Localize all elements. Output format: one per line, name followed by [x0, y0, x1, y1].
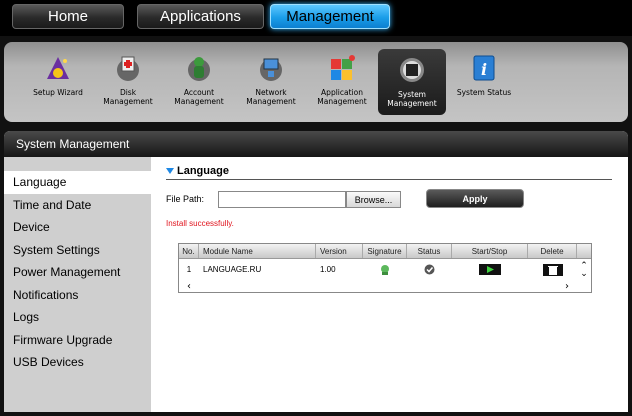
row-version: 1.00 — [320, 265, 336, 274]
scroll-left-icon[interactable]: ‹ — [187, 281, 191, 292]
file-path-input[interactable] — [218, 191, 346, 208]
svg-text:i: i — [481, 60, 487, 79]
toolbar-disk-management[interactable]: Disk Management — [100, 42, 156, 122]
sidebar-item-time-and-date[interactable]: Time and Date — [4, 194, 151, 217]
col-signature[interactable]: Signature — [363, 244, 407, 258]
file-path-row: File Path: Browse... Apply — [166, 189, 612, 209]
language-module-table: No. Module Name Version Signature Status… — [178, 243, 592, 293]
tab-applications[interactable]: Applications — [137, 4, 264, 29]
col-no[interactable]: No. — [179, 244, 199, 258]
disk-gear-icon — [112, 52, 144, 84]
toolbar-application-management[interactable]: Application Management — [312, 42, 372, 122]
start-stop-button[interactable] — [452, 262, 528, 277]
sidebar-item-firmware-upgrade[interactable]: Firmware Upgrade — [4, 329, 151, 352]
row-no: 1 — [186, 265, 192, 274]
account-gear-icon — [183, 52, 215, 84]
top-nav-bar: Home Applications Management — [0, 0, 632, 36]
browse-button[interactable]: Browse... — [346, 191, 401, 208]
toolbar-system-management[interactable]: System Management — [378, 49, 446, 115]
sidebar-item-device[interactable]: Device — [4, 216, 151, 239]
horizontal-scrollbar[interactable]: ‹ › — [179, 280, 577, 292]
panel-title: System Management — [4, 131, 628, 157]
sidebar-item-language[interactable]: Language — [4, 171, 151, 194]
sidebar-item-usb-devices[interactable]: USB Devices — [4, 351, 151, 374]
row-module-name: LANGUAGE.RU — [203, 265, 262, 274]
col-module-name[interactable]: Module Name — [199, 244, 316, 258]
sidebar-item-power-management[interactable]: Power Management — [4, 261, 151, 284]
col-version[interactable]: Version — [316, 244, 363, 258]
scroll-right-icon[interactable]: › — [565, 281, 569, 292]
toolbar-setup-wizard[interactable]: Setup Wizard — [30, 42, 86, 122]
collapse-triangle-icon — [166, 168, 174, 174]
table-header: No. Module Name Version Signature Status… — [179, 244, 591, 259]
main-panel: System Management Language Time and Date… — [4, 131, 628, 412]
table-row[interactable]: 1 LANGUAGE.RU 1.00 — [179, 262, 591, 277]
col-status[interactable]: Status — [407, 244, 452, 258]
delete-button[interactable] — [528, 262, 577, 277]
network-gear-icon — [255, 52, 287, 84]
section-title: Language — [177, 165, 229, 177]
vertical-scroll-arrows[interactable]: ⌃ ⌄ — [577, 262, 591, 282]
language-section: Language File Path: Browse... Apply Inst… — [166, 165, 612, 293]
sidebar: Language Time and Date Device System Set… — [4, 157, 151, 412]
management-toolbar: Setup Wizard Disk Management Account Man… — [4, 42, 628, 122]
info-icon: i — [468, 52, 500, 84]
toolbar-network-management[interactable]: Network Management — [242, 42, 300, 122]
col-start-stop[interactable]: Start/Stop — [452, 244, 528, 258]
tab-management[interactable]: Management — [270, 4, 390, 29]
status-icon — [407, 262, 452, 277]
section-header[interactable]: Language — [166, 165, 612, 180]
col-delete[interactable]: Delete — [528, 244, 577, 258]
apply-button[interactable]: Apply — [426, 189, 524, 208]
sidebar-item-notifications[interactable]: Notifications — [4, 284, 151, 307]
wizard-icon — [42, 52, 74, 84]
sidebar-item-logs[interactable]: Logs — [4, 306, 151, 329]
sidebar-item-system-settings[interactable]: System Settings — [4, 239, 151, 262]
tab-home[interactable]: Home — [12, 4, 124, 29]
application-blocks-icon — [326, 52, 358, 84]
file-path-label: File Path: — [166, 194, 205, 204]
system-gear-icon — [396, 54, 428, 86]
signature-icon — [363, 262, 407, 277]
status-message: Install successfully. — [166, 219, 234, 228]
toolbar-account-management[interactable]: Account Management — [170, 42, 228, 122]
toolbar-system-status[interactable]: i System Status — [454, 42, 514, 122]
